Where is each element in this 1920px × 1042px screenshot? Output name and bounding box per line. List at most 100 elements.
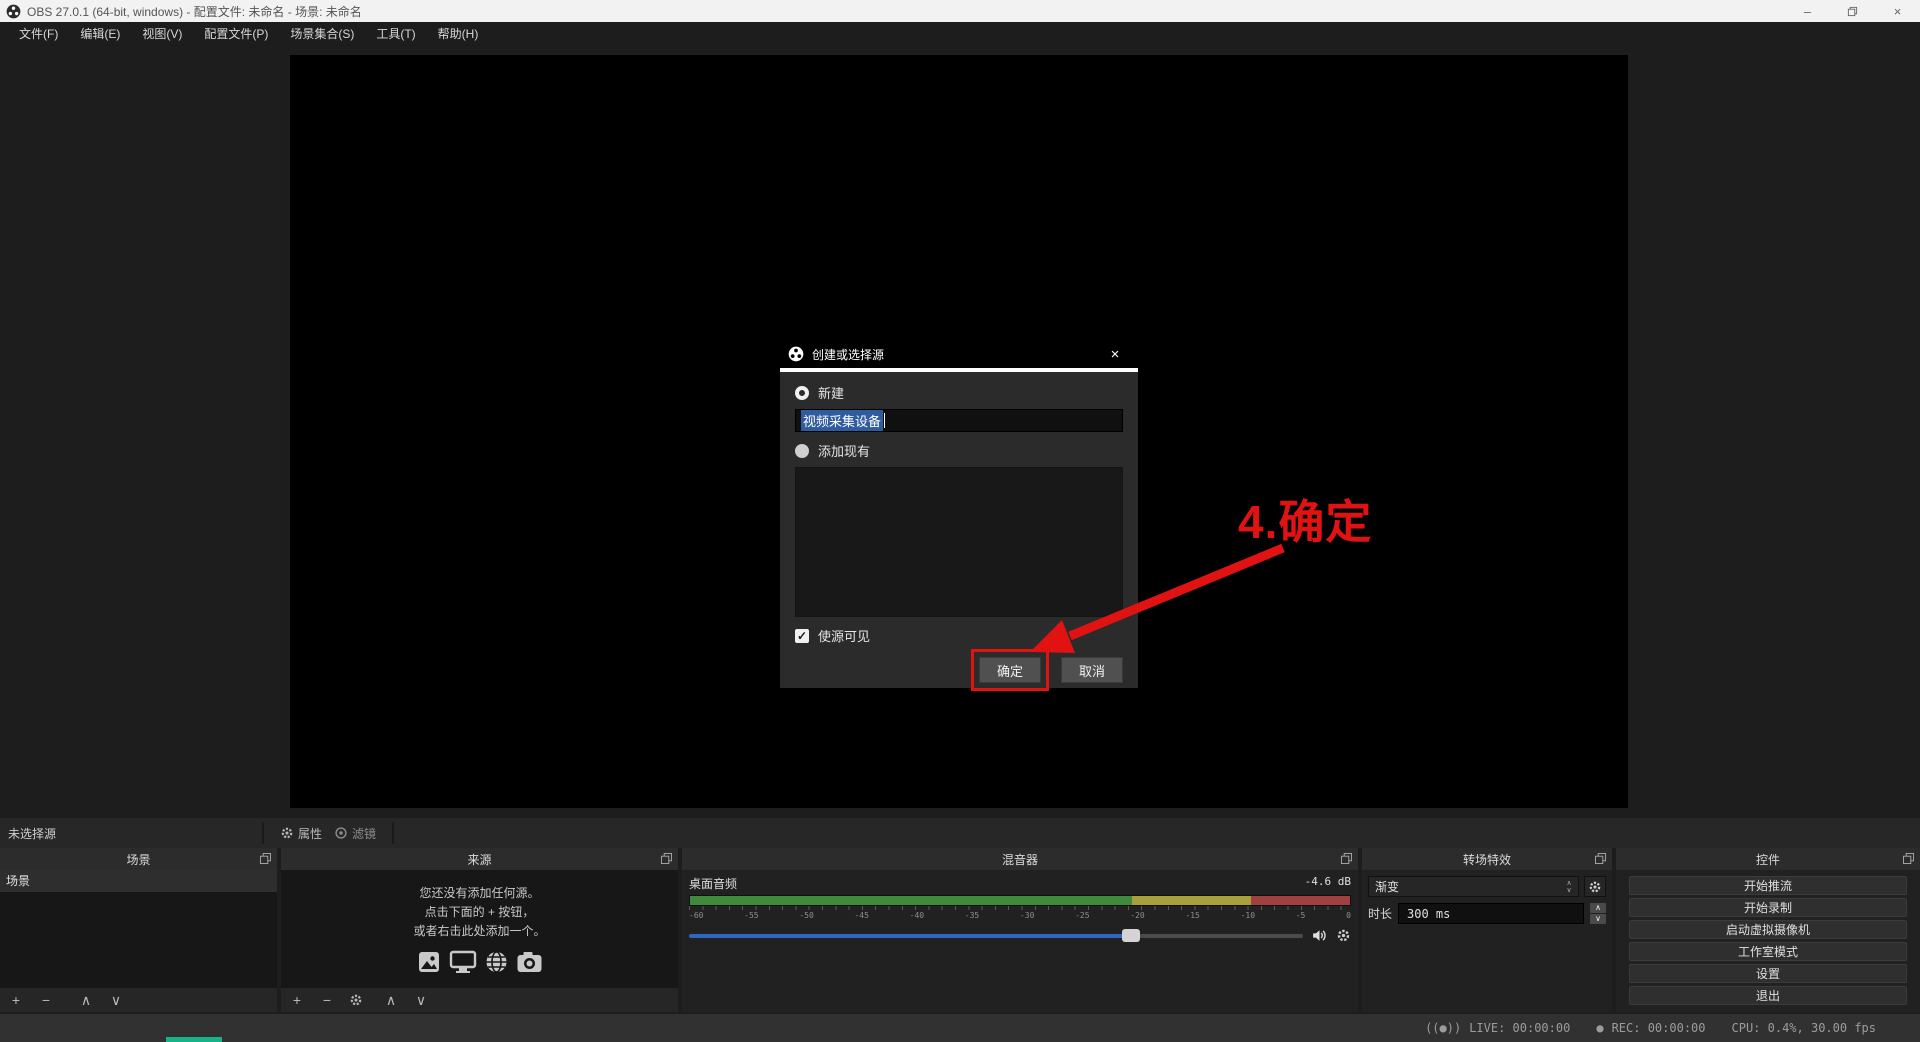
sources-toolbar: + − ∧ ∨	[281, 988, 678, 1012]
radio-create-new[interactable]	[795, 385, 809, 400]
menu-tools[interactable]: 工具(T)	[365, 22, 426, 46]
scenes-panel-header[interactable]: 场景	[0, 848, 277, 870]
scene-transitions-panel: 转场特效 渐变 ∧ ∨ 时长 300 ms ∧ ∨	[1362, 848, 1612, 1012]
duration-decrement-button[interactable]: ∨	[1590, 914, 1606, 924]
start-streaming-button[interactable]: 开始推流	[1629, 876, 1907, 895]
make-source-visible-label: 使源可见	[818, 629, 871, 644]
window-title: OBS 27.0.1 (64-bit, windows) - 配置文件: 未命名…	[27, 4, 362, 19]
cpu-fps-stats: CPU: 0.4%, 30.00 fps	[1731, 1021, 1877, 1035]
transition-selected-value: 渐变	[1375, 880, 1400, 894]
minimize-button[interactable]: –	[1785, 0, 1830, 22]
exit-button[interactable]: 退出	[1629, 986, 1907, 1005]
duration-increment-button[interactable]: ∧	[1590, 903, 1606, 913]
status-bar: ((●)) LIVE: 00:00:00 ● REC: 00:00:00 CPU…	[0, 1014, 1920, 1042]
globe-source-icon	[486, 951, 507, 973]
scene-list-item[interactable]: 场景	[0, 870, 277, 892]
make-source-visible-checkbox[interactable]: ✓	[795, 628, 809, 643]
sources-panel: 来源 您还没有添加任何源。 点击下面的 + 按钮， 或者右击此处添加一个。 + …	[281, 848, 678, 1012]
live-broadcast-icon: ((●))	[1425, 1021, 1462, 1035]
controls-panel-title: 控件	[1755, 852, 1780, 867]
popout-icon[interactable]	[1595, 853, 1606, 864]
display-source-icon	[449, 950, 477, 973]
image-source-icon	[419, 952, 439, 972]
menu-bar: 文件(F) 编辑(E) 视图(V) 配置文件(P) 场景集合(S) 工具(T) …	[0, 22, 1920, 46]
scenes-list[interactable]: 场景	[0, 870, 277, 988]
scenes-panel-title: 场景	[126, 852, 151, 867]
source-name-input[interactable]: 视频采集设备	[795, 409, 1123, 432]
close-button[interactable]: ×	[1875, 0, 1920, 22]
transitions-panel-title: 转场特效	[1462, 852, 1511, 867]
duration-value: 300 ms	[1407, 906, 1451, 921]
menu-file[interactable]: 文件(F)	[8, 22, 69, 46]
toolbar-separator	[392, 822, 395, 844]
sources-panel-header[interactable]: 来源	[281, 848, 678, 870]
source-toolbar: 未选择源 属性 滤镜	[0, 818, 1920, 848]
add-source-button[interactable]: +	[289, 992, 305, 1008]
sources-empty-line: 您还没有添加任何源。	[419, 886, 540, 900]
mixer-gear-icon[interactable]	[1336, 928, 1351, 943]
studio-mode-button[interactable]: 工作室模式	[1629, 942, 1907, 961]
menu-edit[interactable]: 编辑(E)	[69, 22, 131, 46]
annotation-step-label: 4.确定	[1238, 496, 1373, 548]
volume-slider-handle[interactable]	[1122, 928, 1141, 942]
remove-source-button[interactable]: −	[319, 992, 335, 1008]
controls-panel: 控件 开始推流 开始录制 启动虚拟摄像机 工作室模式 设置 退出	[1616, 848, 1920, 1012]
volume-slider[interactable]	[689, 928, 1303, 942]
popout-icon[interactable]	[260, 853, 271, 864]
source-name-selected-text: 视频采集设备	[801, 410, 884, 431]
dialog-close-icon[interactable]: ×	[1100, 346, 1130, 363]
transitions-panel-header[interactable]: 转场特效	[1362, 848, 1612, 870]
no-source-selected-label: 未选择源	[8, 826, 57, 841]
settings-button[interactable]: 设置	[1629, 964, 1907, 983]
remove-scene-button[interactable]: −	[38, 992, 54, 1008]
start-virtual-camera-button[interactable]: 启动虚拟摄像机	[1629, 920, 1907, 939]
source-properties-gear-icon[interactable]	[349, 993, 363, 1007]
existing-sources-list[interactable]	[795, 467, 1123, 617]
sources-empty-line: 或者右击此处添加一个。	[413, 924, 546, 938]
filters-button[interactable]: 滤镜	[328, 825, 382, 842]
volume-slider-fill	[689, 933, 1132, 938]
rec-timer: REC: 00:00:00	[1611, 1021, 1706, 1035]
duration-label: 时长	[1368, 907, 1393, 921]
popout-icon[interactable]	[1341, 853, 1352, 864]
move-scene-up-button[interactable]: ∧	[78, 992, 94, 1009]
move-source-down-button[interactable]: ∨	[413, 992, 429, 1009]
scenes-toolbar: + − ∧ ∨	[0, 988, 277, 1012]
menu-help[interactable]: 帮助(H)	[427, 22, 490, 46]
dialog-title-bar[interactable]: 创建或选择源 ×	[780, 340, 1138, 372]
transition-select[interactable]: 渐变 ∧ ∨	[1368, 876, 1579, 897]
menu-scene-collection[interactable]: 场景集合(S)	[279, 22, 365, 46]
mixer-level-value: -4.6 dB	[1304, 875, 1351, 888]
popout-icon[interactable]	[1903, 853, 1914, 864]
radio-add-existing-label: 添加现有	[818, 444, 871, 459]
duration-spinner: ∧ ∨	[1590, 903, 1606, 924]
add-scene-button[interactable]: +	[8, 992, 24, 1008]
controls-panel-header[interactable]: 控件	[1616, 848, 1920, 870]
move-scene-down-button[interactable]: ∨	[108, 992, 124, 1009]
move-source-up-button[interactable]: ∧	[383, 992, 399, 1009]
speaker-icon[interactable]	[1311, 927, 1328, 944]
transition-gear-button[interactable]	[1584, 876, 1606, 897]
toolbar-separator	[262, 822, 264, 844]
radio-create-new-label: 新建	[818, 386, 845, 401]
properties-button[interactable]: 属性	[274, 825, 328, 842]
radio-add-existing[interactable]	[795, 443, 809, 458]
create-select-source-dialog: 创建或选择源 × 新建 视频采集设备 添加现有 ✓ 使源可见 确定 取消	[780, 340, 1138, 691]
popout-icon[interactable]	[661, 853, 672, 864]
duration-input[interactable]: 300 ms	[1398, 903, 1584, 924]
gear-icon	[1589, 881, 1601, 892]
mixer-panel-header[interactable]: 混音器	[682, 848, 1358, 870]
gear-icon	[281, 827, 293, 839]
sources-list[interactable]: 您还没有添加任何源。 点击下面的 + 按钮， 或者右击此处添加一个。	[281, 870, 678, 988]
menu-view[interactable]: 视图(V)	[131, 22, 193, 46]
filters-label: 滤镜	[352, 826, 377, 841]
restore-button[interactable]	[1830, 0, 1875, 22]
start-recording-button[interactable]: 开始录制	[1629, 898, 1907, 917]
cancel-button[interactable]: 取消	[1061, 657, 1123, 683]
mixer-panel-title: 混音器	[1001, 852, 1038, 867]
menu-profile[interactable]: 配置文件(P)	[193, 22, 279, 46]
transitions-body: 渐变 ∧ ∨ 时长 300 ms ∧ ∨	[1362, 870, 1612, 988]
live-timer: LIVE: 00:00:00	[1469, 1021, 1571, 1035]
properties-label: 属性	[298, 826, 323, 841]
rec-indicator-icon: ●	[1596, 1021, 1604, 1035]
